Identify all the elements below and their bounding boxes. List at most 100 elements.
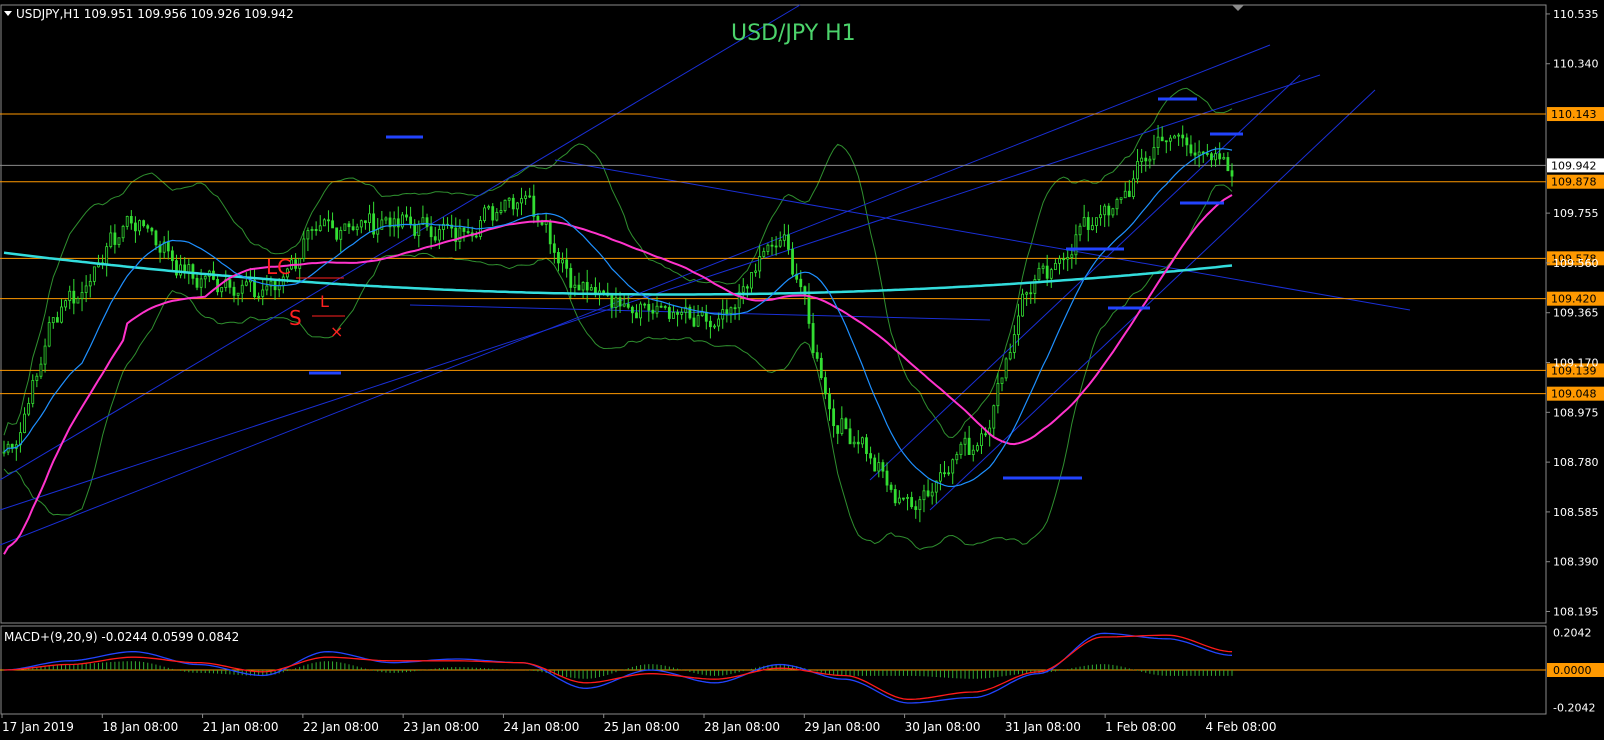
macd-signal-line [3, 634, 1233, 700]
candle-body [844, 418, 848, 430]
candle-body [1210, 153, 1213, 161]
candle-body [244, 281, 248, 286]
candle-body [376, 228, 380, 235]
price-tick-label: 109.170 [1553, 357, 1599, 370]
candle-body [195, 277, 199, 288]
candle-body [750, 272, 753, 289]
candle-body [483, 207, 486, 221]
candle-body [47, 322, 51, 347]
candle-body [655, 305, 659, 314]
scroll-marker-icon[interactable] [1232, 5, 1244, 11]
candle-body [930, 491, 934, 497]
price-tick-label: 109.560 [1553, 257, 1599, 270]
candle-body [1136, 161, 1139, 180]
price-tick-label: 108.390 [1553, 556, 1599, 569]
candle-body [1144, 157, 1148, 162]
candle-body [1164, 140, 1168, 143]
chart-title: USD/JPY H1 [731, 21, 856, 46]
candle-body [602, 290, 606, 294]
candle-body [88, 280, 92, 287]
macd-label: MACD+(9,20,9) -0.0244 0.0599 0.0842 [4, 630, 239, 644]
candle-body [68, 290, 72, 302]
candle-body [1090, 225, 1094, 230]
candle-body [84, 285, 88, 293]
candle-body [651, 309, 655, 314]
candle-body [1017, 315, 1020, 335]
candle-body [918, 499, 922, 510]
time-tick-label: 21 Jan 08:00 [203, 720, 279, 734]
candle-body [647, 304, 651, 311]
candle-body [1181, 134, 1185, 139]
candle-body [43, 345, 47, 365]
candle-body [1107, 205, 1111, 216]
candle-body [860, 437, 864, 445]
symbol-info: USDJPY,H1 109.951 109.956 109.926 109.94… [16, 7, 294, 21]
candle-body [253, 279, 256, 298]
level-price-label: 109.878 [1551, 176, 1597, 189]
candle-body [725, 309, 729, 315]
price-tick-label: 109.365 [1553, 307, 1599, 320]
candle-body [310, 229, 314, 231]
candle-body [630, 306, 634, 314]
candle-body [1119, 197, 1123, 200]
time-tick-label: 28 Jan 08:00 [704, 720, 780, 734]
candle-body [963, 437, 967, 445]
candle-body [787, 234, 790, 250]
candle-body [417, 224, 421, 236]
level-price-label: 110.143 [1551, 108, 1597, 121]
price-tick-label: 110.535 [1553, 8, 1599, 21]
time-tick-label: 1 Feb 08:00 [1105, 720, 1176, 734]
time-tick-label: 18 Jan 08:00 [102, 720, 178, 734]
candle-body [836, 425, 840, 434]
candle-body [55, 317, 59, 323]
candle-body [926, 490, 930, 497]
candle-body [1012, 334, 1016, 353]
candle-body [614, 297, 618, 308]
candle-body [902, 497, 905, 500]
candle-body [548, 221, 552, 245]
candle-body [129, 215, 133, 224]
candle-body [429, 226, 433, 238]
ma-fast-line [3, 148, 1233, 488]
candle-body [1021, 293, 1024, 317]
price-chart[interactable]: LCSL× 110.143109.878109.578109.420109.13… [0, 0, 1604, 740]
candle-body [873, 457, 877, 472]
candle-body [618, 297, 622, 307]
candle-body [113, 232, 117, 245]
candle-body [1053, 263, 1057, 271]
candle-body [1049, 269, 1053, 279]
candle-body [339, 229, 343, 240]
candle-body [1099, 214, 1102, 219]
candle-body [2, 451, 6, 454]
candle-body [355, 226, 359, 231]
candle-body [318, 225, 322, 232]
price-tick-label: 108.195 [1553, 606, 1599, 619]
candle-body [770, 244, 774, 247]
candle-body [134, 222, 137, 232]
candle-body [852, 441, 856, 445]
candle-body [474, 235, 478, 238]
time-tick-label: 24 Jan 08:00 [503, 720, 579, 734]
symbol-dropdown-icon[interactable] [4, 11, 12, 16]
current-price-label: 109.942 [1551, 159, 1597, 172]
candle-body [939, 472, 942, 482]
candle-body [996, 383, 1000, 407]
candle-body [1074, 234, 1078, 256]
candle-body [499, 210, 503, 213]
price-axis: 110.143109.878109.578109.420109.139109.0… [1546, 8, 1604, 619]
candle-body [314, 229, 318, 232]
candle-body [1127, 190, 1131, 197]
bollinger-upper-band [3, 87, 1233, 439]
trade-label: × [330, 322, 343, 341]
candle-body [610, 294, 614, 308]
candle-body [364, 220, 367, 223]
candle-body [520, 198, 523, 204]
candle-body [869, 453, 872, 459]
candle-body [741, 286, 745, 293]
candle-body [1066, 257, 1070, 260]
candle-body [984, 433, 987, 436]
candle-body [466, 231, 470, 234]
candle-body [1111, 208, 1115, 216]
candle-body [828, 393, 831, 410]
candle-body [815, 352, 819, 359]
